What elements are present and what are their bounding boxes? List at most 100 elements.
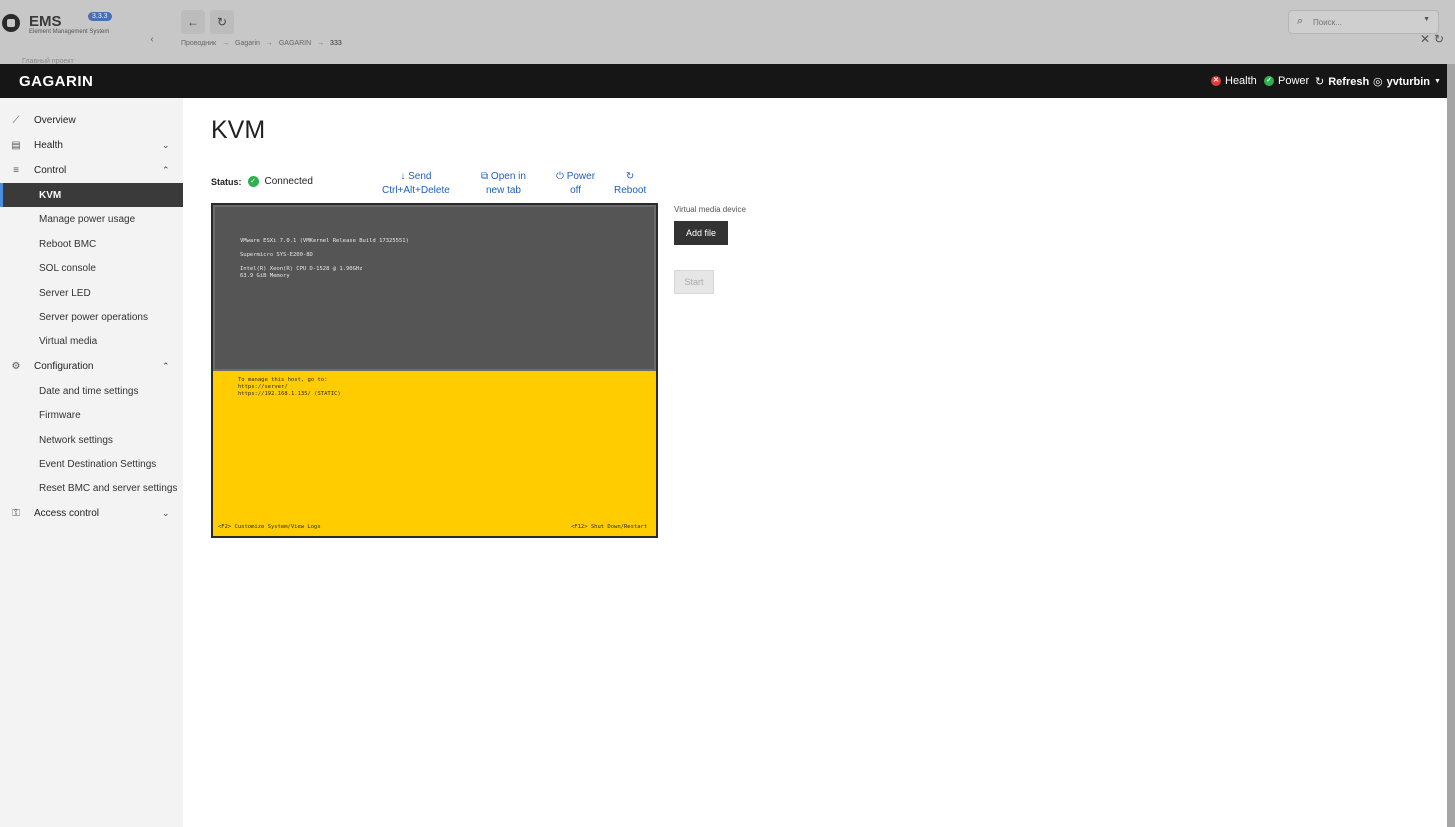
sidebar-item-server-power-operations[interactable]: Server power operations: [0, 305, 183, 329]
arrow-left-icon: ←: [187, 15, 199, 29]
sidebar-item-label: Virtual media: [39, 335, 98, 347]
sidebar-item-firmware[interactable]: Firmware: [0, 403, 183, 427]
start-button[interactable]: Start: [674, 270, 714, 294]
external-link-icon: ⧉: [481, 171, 491, 182]
sidebar-item-reboot-bmc[interactable]: Reboot BMC: [0, 232, 183, 256]
ems-top-bar: EMS Element Management System 3.3.3 ‹ ← …: [0, 0, 1455, 65]
chevron-down-icon: ⌄: [162, 507, 170, 518]
breadcrumb-item[interactable]: Проводник: [181, 40, 216, 47]
status-value: Connected: [264, 176, 313, 187]
console-line: Supermicro SYS-E200-8D: [240, 252, 313, 258]
add-file-button[interactable]: Add file: [674, 221, 728, 245]
action-label: new tab: [485, 185, 521, 196]
refresh-icon: ↻: [1315, 76, 1325, 88]
sidebar-item-event-destination[interactable]: Event Destination Settings: [0, 452, 183, 476]
reload-icon: ↻: [216, 15, 228, 29]
breadcrumb-separator: →: [265, 40, 273, 47]
search-icon: ⌕: [1297, 15, 1304, 27]
breadcrumb: Проводник → Gagarin → GAGARIN → 333: [181, 40, 346, 47]
gear-icon: ⚙: [11, 360, 21, 372]
sidebar-item-label: SOL console: [39, 262, 96, 274]
open-in-new-tab-button[interactable]: ⧉ Open in new tab: [481, 170, 526, 198]
sidebar-item-reset-bmc[interactable]: Reset BMC and server settings: [0, 476, 183, 500]
chevron-down-icon[interactable]: ▼: [1423, 16, 1430, 23]
sidebar-item-manage-power-usage[interactable]: Manage power usage: [0, 207, 183, 231]
page-title: KVM: [211, 116, 266, 144]
arrow-down-icon: ↓: [400, 171, 409, 182]
collapse-sidebar-icon[interactable]: ‹: [146, 34, 158, 46]
refresh-button[interactable]: ↻ Refresh: [1315, 75, 1370, 89]
breadcrumb-separator: →: [317, 40, 325, 47]
ems-app-subtitle: Element Management System: [29, 29, 110, 35]
check-circle-icon: ✓: [247, 176, 259, 187]
sidebar-item-label: Server LED: [39, 287, 91, 299]
health-status-button[interactable]: ✕ Health: [1211, 75, 1257, 87]
power-off-button[interactable]: ⏻ Power off: [556, 170, 595, 198]
search-input[interactable]: [1313, 15, 1413, 29]
console-line: https://192.168.1.135/ (STATIC): [238, 391, 341, 397]
kvm-console-screen[interactable]: VMware ESXi 7.0.1 (VMKernel Release Buil…: [211, 203, 658, 538]
power-status-button[interactable]: ✓ Power: [1264, 75, 1309, 87]
sidebar-item-label: Access control: [34, 507, 100, 519]
sidebar-item-label: Health: [34, 139, 63, 151]
refresh-label: Refresh: [1328, 75, 1370, 88]
reboot-icon: ↻: [625, 171, 635, 182]
sidebar-item-health[interactable]: ▤ Health ⌄: [0, 133, 183, 157]
sidebar-item-sol-console[interactable]: SOL console: [0, 256, 183, 280]
sidebar-item-virtual-media[interactable]: Virtual media: [0, 329, 183, 353]
breadcrumb-item[interactable]: GAGARIN: [279, 40, 311, 47]
sidebar-item-kvm[interactable]: KVM: [0, 183, 183, 207]
console-hint-f2: <F2> Customize System/View Logs: [218, 524, 321, 530]
breadcrumb-item[interactable]: Gagarin: [235, 40, 260, 47]
sidebar-item-label: Reboot BMC: [39, 238, 97, 250]
chevron-up-icon: ⌃: [162, 360, 170, 371]
action-label: Power: [566, 171, 596, 182]
user-menu[interactable]: ◎ yvturbin ▼: [1373, 75, 1441, 89]
refresh-icon[interactable]: ↻: [1434, 32, 1444, 46]
clipboard-icon: ▤: [11, 139, 21, 151]
console-hint-f12: <F12> Shut Down/Restart: [571, 524, 648, 530]
sidebar-item-network-settings[interactable]: Network settings: [0, 428, 183, 452]
sidebar-item-overview[interactable]: ⟋ Overview: [0, 108, 183, 132]
back-button[interactable]: ←: [181, 10, 205, 34]
sidebar-item-date-time[interactable]: Date and time settings: [0, 379, 183, 403]
main-content: KVM Status: ✓ Connected ↓ Send Ctrl+Alt+…: [183, 98, 1447, 827]
sidebar-item-access-control[interactable]: ⚿ Access control ⌄: [0, 501, 183, 525]
sidebar-item-label: Firmware: [39, 409, 81, 421]
console-line: VMware ESXi 7.0.1 (VMKernel Release Buil…: [240, 238, 409, 244]
sidebar-item-configuration[interactable]: ⚙ Configuration ⌃: [0, 354, 183, 378]
ems-version-badge: 3.3.3: [88, 12, 112, 21]
sidebar-item-server-led[interactable]: Server LED: [0, 281, 183, 305]
sidebar-item-label: Event Destination Settings: [39, 458, 157, 470]
sidebar-item-label: Reset BMC and server settings: [39, 482, 178, 494]
sidebar-item-control[interactable]: ≡ Control ⌃: [0, 158, 183, 182]
console-line: 63.9 GiB Memory: [240, 273, 290, 279]
console-line: To manage this host, go to:: [238, 377, 328, 383]
power-label: Power: [1278, 75, 1310, 87]
console-line: https://server/: [238, 384, 288, 390]
sidebar-item-label: Control: [34, 164, 67, 176]
sidebar-item-label: Manage power usage: [39, 213, 136, 225]
brand-logo: GAGARIN: [19, 73, 94, 90]
reload-button[interactable]: ↻: [210, 10, 234, 34]
console-info-area: VMware ESXi 7.0.1 (VMKernel Release Buil…: [213, 205, 656, 371]
ems-logo-icon: [2, 14, 20, 32]
ems-search-box[interactable]: ⌕ ▼: [1288, 10, 1439, 34]
sidebar-item-label: Server power operations: [39, 311, 148, 323]
close-icon[interactable]: ✕: [1420, 32, 1430, 46]
user-name: yvturbin: [1386, 75, 1431, 88]
console-line: Intel(R) Xeon(R) CPU D-1528 @ 1.90GHz: [240, 266, 363, 272]
health-label: Health: [1225, 75, 1257, 87]
action-label: Send: [408, 171, 432, 182]
chevron-up-icon: ⌃: [162, 164, 170, 175]
sidebar-item-label: Configuration: [34, 360, 94, 372]
scrollbar[interactable]: [1447, 64, 1455, 827]
send-ctrl-alt-delete-button[interactable]: ↓ Send Ctrl+Alt+Delete: [382, 170, 450, 198]
power-icon: ⏻: [556, 171, 567, 182]
error-icon: ✕: [1211, 76, 1221, 86]
breadcrumb-separator: →: [222, 40, 230, 47]
ems-app-name: EMS: [29, 13, 62, 30]
virtual-media-label: Virtual media device: [674, 205, 746, 214]
reboot-button[interactable]: ↻ Reboot: [614, 170, 646, 198]
bmc-header: GAGARIN ✕ Health ✓ Power ↻ Refresh ◎ yvt…: [0, 64, 1447, 98]
